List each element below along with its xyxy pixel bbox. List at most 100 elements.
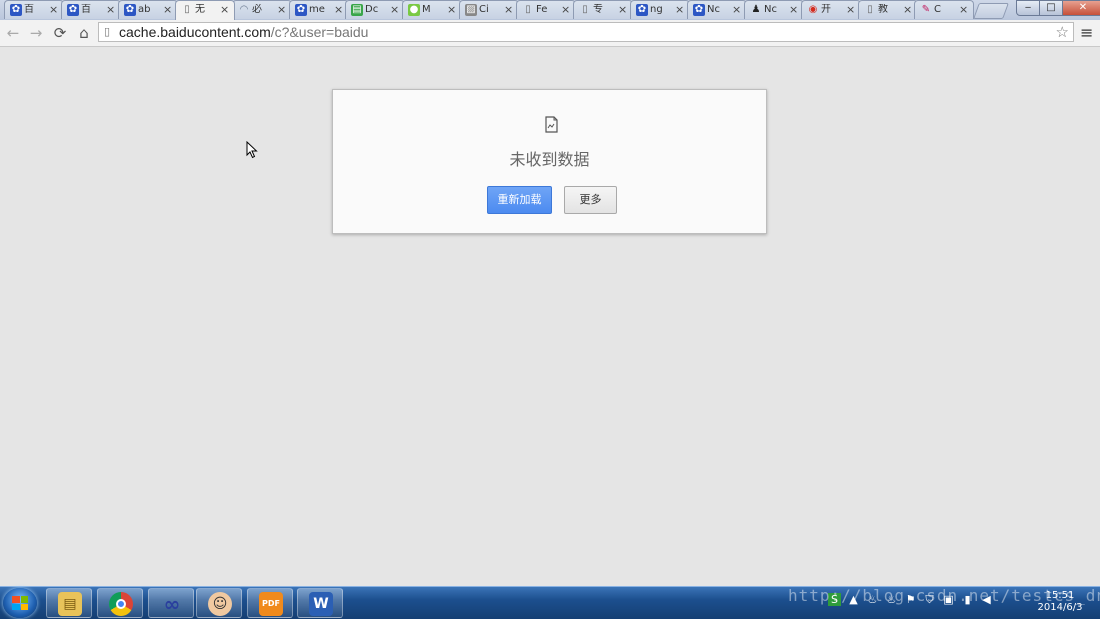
tab-close-icon[interactable]: × <box>220 3 229 16</box>
tab-close-icon[interactable]: × <box>163 3 172 16</box>
tab-11[interactable]: ✿ ng × <box>630 0 690 19</box>
tab-title: 必 <box>252 4 262 15</box>
tab-14[interactable]: ◉ 开 × <box>801 0 861 19</box>
start-button[interactable] <box>3 588 37 618</box>
avatar-app-icon[interactable]: ☺ <box>196 588 242 618</box>
page-icon: ▯ <box>525 4 531 15</box>
tab-title: 专 <box>593 4 603 15</box>
tab-close-icon[interactable]: × <box>618 3 627 16</box>
tab-16[interactable]: ✎ C × <box>914 0 974 19</box>
tab-close-icon[interactable]: × <box>504 3 513 16</box>
tab-close-icon[interactable]: × <box>390 3 399 16</box>
green-doc-icon: ▤ <box>351 4 363 16</box>
tab-3[interactable]: ▯ 无 × <box>175 0 235 20</box>
error-title: 未收到数据 <box>509 150 590 169</box>
tab-title: M <box>422 4 431 15</box>
tab-title: Ci <box>479 4 489 15</box>
tab-title: 无 <box>195 4 205 15</box>
bookmark-star-icon[interactable]: ☆ <box>1056 23 1069 41</box>
forward-icon[interactable]: → <box>27 24 45 42</box>
baidu-paw-icon: ✿ <box>67 4 79 16</box>
page-icon: ▯ <box>867 4 873 15</box>
chrome-icon[interactable] <box>97 588 143 618</box>
menu-icon[interactable]: ≡ <box>1080 24 1093 42</box>
windows-logo-icon <box>12 596 28 610</box>
file-explorer-icon[interactable]: ▤ <box>46 588 92 618</box>
striped-icon: ▨ <box>465 4 477 16</box>
tab-10[interactable]: ▯ 专 × <box>573 0 633 19</box>
home-icon[interactable]: ⌂ <box>75 24 93 42</box>
tab-strip: ✿ 百 × ✿ 百 × ✿ ab × ▯ 无 × ◠ 必 × ✿ me × ▤ Dc × ● M × ▨ Ci × ▯ Fe × ▯ 专 × ✿ n… <box>0 0 1100 20</box>
tab-close-icon[interactable]: × <box>846 3 855 16</box>
tab-title: 百 <box>81 4 91 15</box>
tab-title: Nc <box>764 4 777 15</box>
tab-13[interactable]: ♟ Nc × <box>744 0 804 19</box>
url-text: cache.baiducontent.com/c?&user=baidu <box>119 24 368 40</box>
browser-toolbar: ← → ⟳ ⌂ ▯ cache.baiducontent.com/c?&user… <box>0 20 1100 47</box>
baidu-paw-icon: ✿ <box>124 4 136 16</box>
close-window-button[interactable]: ✕ <box>1062 0 1100 16</box>
baidu-paw-icon: ✿ <box>636 4 648 16</box>
url-path: /c?&user=baidu <box>270 24 369 40</box>
tab-close-icon[interactable]: × <box>277 3 286 16</box>
word-icon[interactable]: W <box>297 588 343 618</box>
tab-close-icon[interactable]: × <box>675 3 684 16</box>
tab-close-icon[interactable]: × <box>561 3 570 16</box>
tab-0[interactable]: ✿ 百 × <box>4 0 64 19</box>
reload-button[interactable]: 重新加载 <box>487 186 552 214</box>
tab-5[interactable]: ✿ me × <box>289 0 349 19</box>
pdf-icon[interactable]: PDF <box>247 588 293 618</box>
tab-title: 开 <box>821 4 831 15</box>
pen-icon: ✎ <box>921 4 931 15</box>
tab-close-icon[interactable]: × <box>334 3 343 16</box>
watermark-text: http://blog.csdn.net/testcs_dn <box>788 586 1100 605</box>
weibo-icon: ◉ <box>808 4 818 15</box>
window-controls: ‒ □ ✕ <box>1016 0 1100 16</box>
tab-title: 百 <box>24 4 34 15</box>
mouse-cursor-icon <box>246 141 258 159</box>
tab-7[interactable]: ● M × <box>402 0 462 19</box>
tab-9[interactable]: ▯ Fe × <box>516 0 576 19</box>
tab-6[interactable]: ▤ Dc × <box>345 0 405 19</box>
page-icon: ▯ <box>184 4 190 15</box>
tab-close-icon[interactable]: × <box>732 3 741 16</box>
tab-12[interactable]: ✿ Nc × <box>687 0 747 19</box>
tab-15[interactable]: ▯ 教 × <box>858 0 918 19</box>
tab-close-icon[interactable]: × <box>106 3 115 16</box>
tab-4[interactable]: ◠ 必 × <box>232 0 292 19</box>
tab-close-icon[interactable]: × <box>447 3 456 16</box>
tab-close-icon[interactable]: × <box>959 3 968 16</box>
tab-title: ng <box>650 4 663 15</box>
tab-title: C <box>934 4 941 15</box>
infinity-app-icon[interactable]: ∞ <box>148 588 194 618</box>
new-tab-button[interactable] <box>973 3 1009 19</box>
tab-title: 教 <box>878 4 888 15</box>
broken-page-icon <box>545 116 558 133</box>
tab-title: me <box>309 4 325 15</box>
reload-icon[interactable]: ⟳ <box>51 24 69 42</box>
tab-8[interactable]: ▨ Ci × <box>459 0 519 19</box>
baidu-paw-icon: ✿ <box>10 4 22 16</box>
page-icon: ▯ <box>582 4 588 15</box>
address-bar[interactable]: ▯ cache.baiducontent.com/c?&user=baidu ☆ <box>98 22 1074 42</box>
tab-title: Nc <box>707 4 720 15</box>
page-icon: ▯ <box>104 25 111 38</box>
tab-close-icon[interactable]: × <box>789 3 798 16</box>
loading-spinner-icon: ◠ <box>239 4 249 15</box>
more-button[interactable]: 更多 <box>564 186 617 214</box>
url-host: cache.baiducontent.com <box>119 24 271 40</box>
back-icon[interactable]: ← <box>4 24 22 42</box>
baidu-paw-icon: ✿ <box>295 4 307 16</box>
tab-close-icon[interactable]: × <box>49 3 58 16</box>
tab-1[interactable]: ✿ 百 × <box>61 0 121 19</box>
tab-title: ab <box>138 4 151 15</box>
minimize-button[interactable]: ‒ <box>1016 0 1040 16</box>
tab-title: Dc <box>365 4 379 15</box>
maximize-button[interactable]: □ <box>1039 0 1063 16</box>
tab-2[interactable]: ✿ ab × <box>118 0 178 19</box>
tab-close-icon[interactable]: × <box>903 3 912 16</box>
tab-title: Fe <box>536 4 548 15</box>
error-card: 未收到数据 重新加载 更多 <box>332 89 767 234</box>
lime-circle-icon: ● <box>408 4 420 16</box>
baidu-paw-icon: ✿ <box>693 4 705 16</box>
